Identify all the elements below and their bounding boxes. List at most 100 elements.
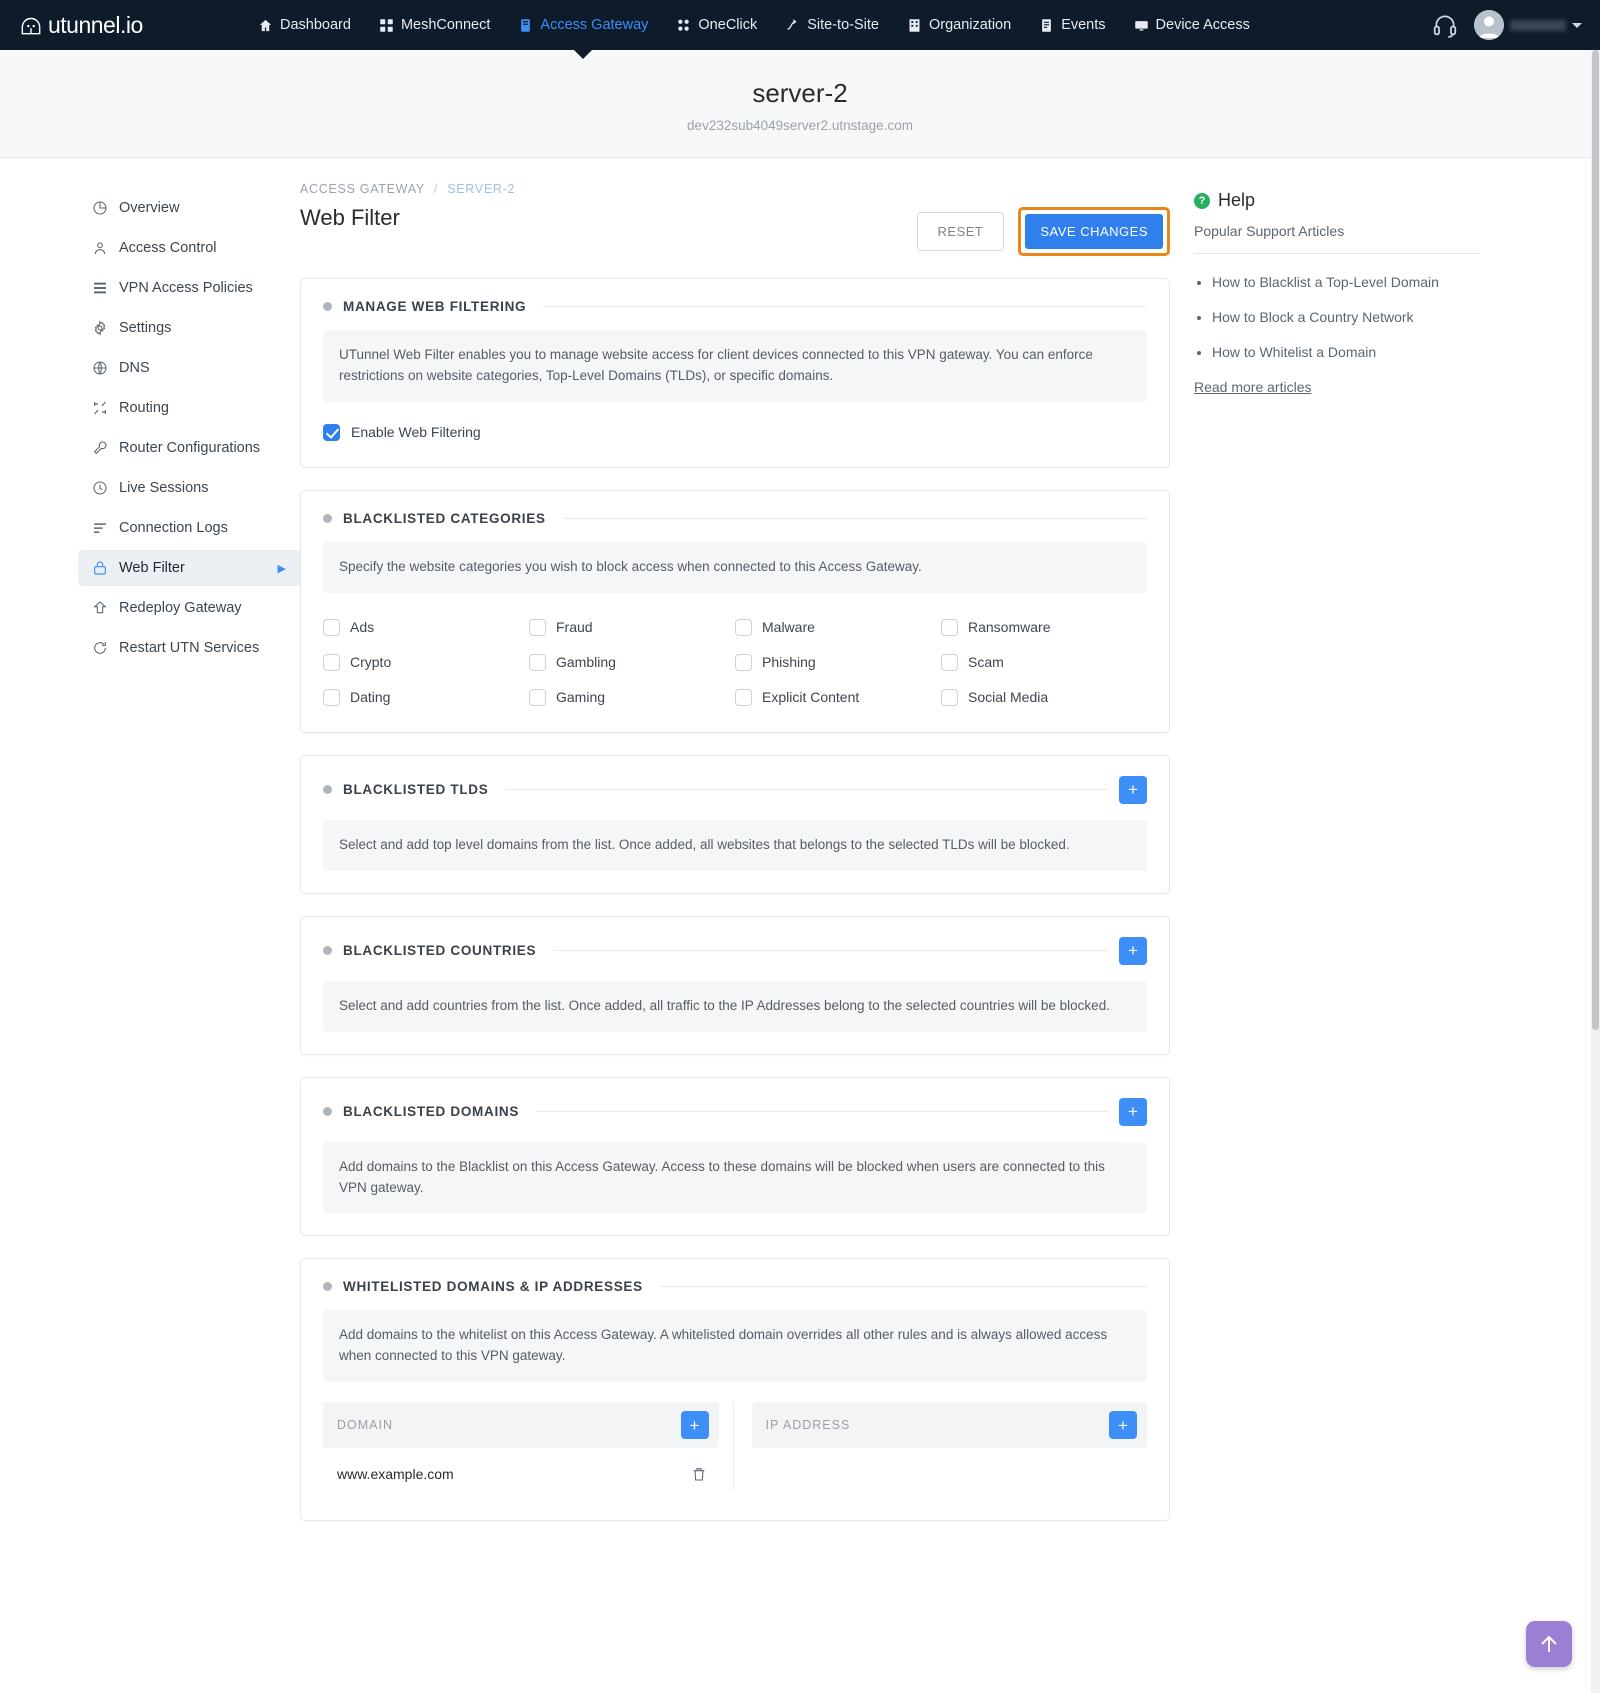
category-item[interactable]: Dating [323,688,529,706]
sidebar-item-access-control[interactable]: Access Control [78,230,300,266]
sidebar-item-restart-utn-services[interactable]: Restart UTN Services [78,630,300,666]
nav-item-oneclick[interactable]: OneClick [676,3,757,47]
sidebar-item-connection-logs[interactable]: Connection Logs [78,510,300,546]
sidebar-item-routing[interactable]: Routing [78,390,300,426]
sidebar-item-vpn-access-policies[interactable]: VPN Access Policies [78,270,300,306]
section-bullet-icon [323,1282,332,1292]
category-checkbox[interactable] [323,653,340,671]
list-item[interactable]: How to Whitelist a Domain [1212,342,1480,363]
read-more-articles-link[interactable]: Read more articles [1194,379,1312,395]
page-scrollbar[interactable] [1591,50,1600,1693]
card-title: MANAGE WEB FILTERING [343,299,527,314]
category-checkbox-grid: Ads Fraud Malware Ransomware Crypto Gamb… [301,593,1169,732]
category-checkbox[interactable] [941,653,958,671]
add-whitelist-ip-button[interactable]: + [1109,1411,1137,1440]
whitelist-domain-value: www.example.com [337,1466,454,1483]
help-title-row: ? Help [1194,190,1480,211]
delete-icon[interactable] [691,1466,707,1482]
help-panel: ? Help Popular Support Articles How to B… [1180,182,1480,1521]
add-country-button[interactable]: + [1119,936,1147,965]
card-header: WHITELISTED DOMAINS & IP ADDRESSES [301,1259,1169,1294]
enable-web-filtering-label: Enable Web Filtering [351,424,481,441]
add-tld-button[interactable]: + [1119,775,1147,804]
category-item[interactable]: Fraud [529,618,735,636]
scroll-to-top-button[interactable] [1526,1621,1572,1667]
nav-label: Access Gateway [540,17,649,33]
sidebar-item-settings[interactable]: Settings [78,310,300,346]
avatar [1474,10,1504,40]
category-checkbox[interactable] [735,653,752,671]
nav-item-dashboard[interactable]: Dashboard [258,3,351,47]
list-item[interactable]: How to Block a Country Network [1212,307,1480,328]
sidebar-item-redeploy-gateway[interactable]: Redeploy Gateway [78,590,300,626]
category-label: Explicit Content [762,689,860,706]
category-item[interactable]: Ads [323,618,529,636]
support-headset-icon[interactable] [1432,12,1458,38]
sidebar-item-overview[interactable]: Overview [78,190,300,226]
category-checkbox[interactable] [529,653,546,671]
category-checkbox[interactable] [735,688,752,706]
sidebar: Overview Access Control VPN Access Polic… [0,182,300,1521]
help-title: Help [1218,190,1256,210]
section-bullet-icon [323,946,332,956]
chevron-down-icon [1572,22,1582,28]
category-item[interactable]: Phishing [735,653,941,671]
add-whitelist-domain-button[interactable]: + [680,1411,709,1440]
reset-button[interactable]: RESET [916,212,1005,251]
category-checkbox[interactable] [323,618,340,636]
events-icon [1039,18,1054,33]
category-checkbox[interactable] [941,688,958,706]
main-content: ACCESS GATEWAY / SERVER-2 Web Filter RES… [300,182,1180,1522]
category-item[interactable]: Explicit Content [735,688,941,706]
card-title: BLACKLISTED COUNTRIES [343,943,537,959]
category-item[interactable]: Gaming [529,688,735,706]
nav-item-meshconnect[interactable]: MeshConnect [379,3,490,47]
nav-item-events[interactable]: Events [1039,3,1106,47]
card-whitelisted-domains-ips: WHITELISTED DOMAINS & IP ADDRESSES Add d… [300,1258,1170,1522]
chevron-right-icon: ▶ [277,562,286,575]
mesh-icon [379,18,394,33]
add-domain-button[interactable]: + [1119,1097,1147,1126]
help-article-link[interactable]: How to Block a Country Network [1212,309,1414,325]
category-checkbox[interactable] [941,618,958,636]
save-changes-button[interactable]: SAVE CHANGES [1025,214,1163,249]
nav-item-organization[interactable]: Organization [907,3,1011,47]
help-article-list: How to Blacklist a Top-Level Domain How … [1212,272,1480,363]
card-spacer [301,1213,1169,1235]
sidebar-item-dns[interactable]: DNS [78,350,300,386]
category-item[interactable]: Crypto [323,653,529,671]
help-article-link[interactable]: How to Blacklist a Top-Level Domain [1212,274,1439,290]
user-menu[interactable] [1474,10,1582,40]
category-item[interactable]: Malware [735,618,941,636]
category-item[interactable]: Scam [941,653,1147,671]
category-checkbox[interactable] [529,618,546,636]
enable-web-filtering-checkbox[interactable] [323,423,340,441]
breadcrumb-root[interactable]: ACCESS GATEWAY [300,182,425,196]
scrollbar-thumb[interactable] [1592,50,1599,1030]
manage-note: UTunnel Web Filter enables you to manage… [323,330,1147,402]
breadcrumb-current[interactable]: SERVER-2 [447,182,515,196]
enable-web-filtering-row[interactable]: Enable Web Filtering [301,402,1169,467]
category-label: Ads [350,619,375,636]
help-article-link[interactable]: How to Whitelist a Domain [1212,344,1376,360]
sidebar-item-router-configurations[interactable]: Router Configurations [78,430,300,466]
active-nav-pointer [574,50,593,59]
brand-logo[interactable]: utunnel.io [18,12,248,39]
category-label: Dating [350,689,391,706]
list-item[interactable]: How to Blacklist a Top-Level Domain [1212,272,1480,293]
sidebar-item-web-filter[interactable]: Web Filter ▶ [78,550,300,586]
card-blacklisted-categories: BLACKLISTED CATEGORIES Specify the websi… [300,489,1170,733]
category-item[interactable]: Social Media [941,688,1147,706]
nav-item-site-to-site[interactable]: Site-to-Site [785,3,879,47]
category-item[interactable]: Gambling [529,653,735,671]
card-header: BLACKLISTED TLDS + [301,756,1169,804]
category-checkbox[interactable] [529,688,546,706]
category-item[interactable]: Ransomware [941,618,1147,636]
card-blacklisted-countries: BLACKLISTED COUNTRIES + Select and add c… [300,915,1170,1055]
sidebar-item-live-sessions[interactable]: Live Sessions [78,470,300,506]
category-checkbox[interactable] [323,688,340,706]
nav-item-device-access[interactable]: Device Access [1134,3,1250,47]
wrench-icon [92,440,108,456]
nav-item-access-gateway[interactable]: Access Gateway [518,3,649,59]
category-checkbox[interactable] [735,618,752,636]
